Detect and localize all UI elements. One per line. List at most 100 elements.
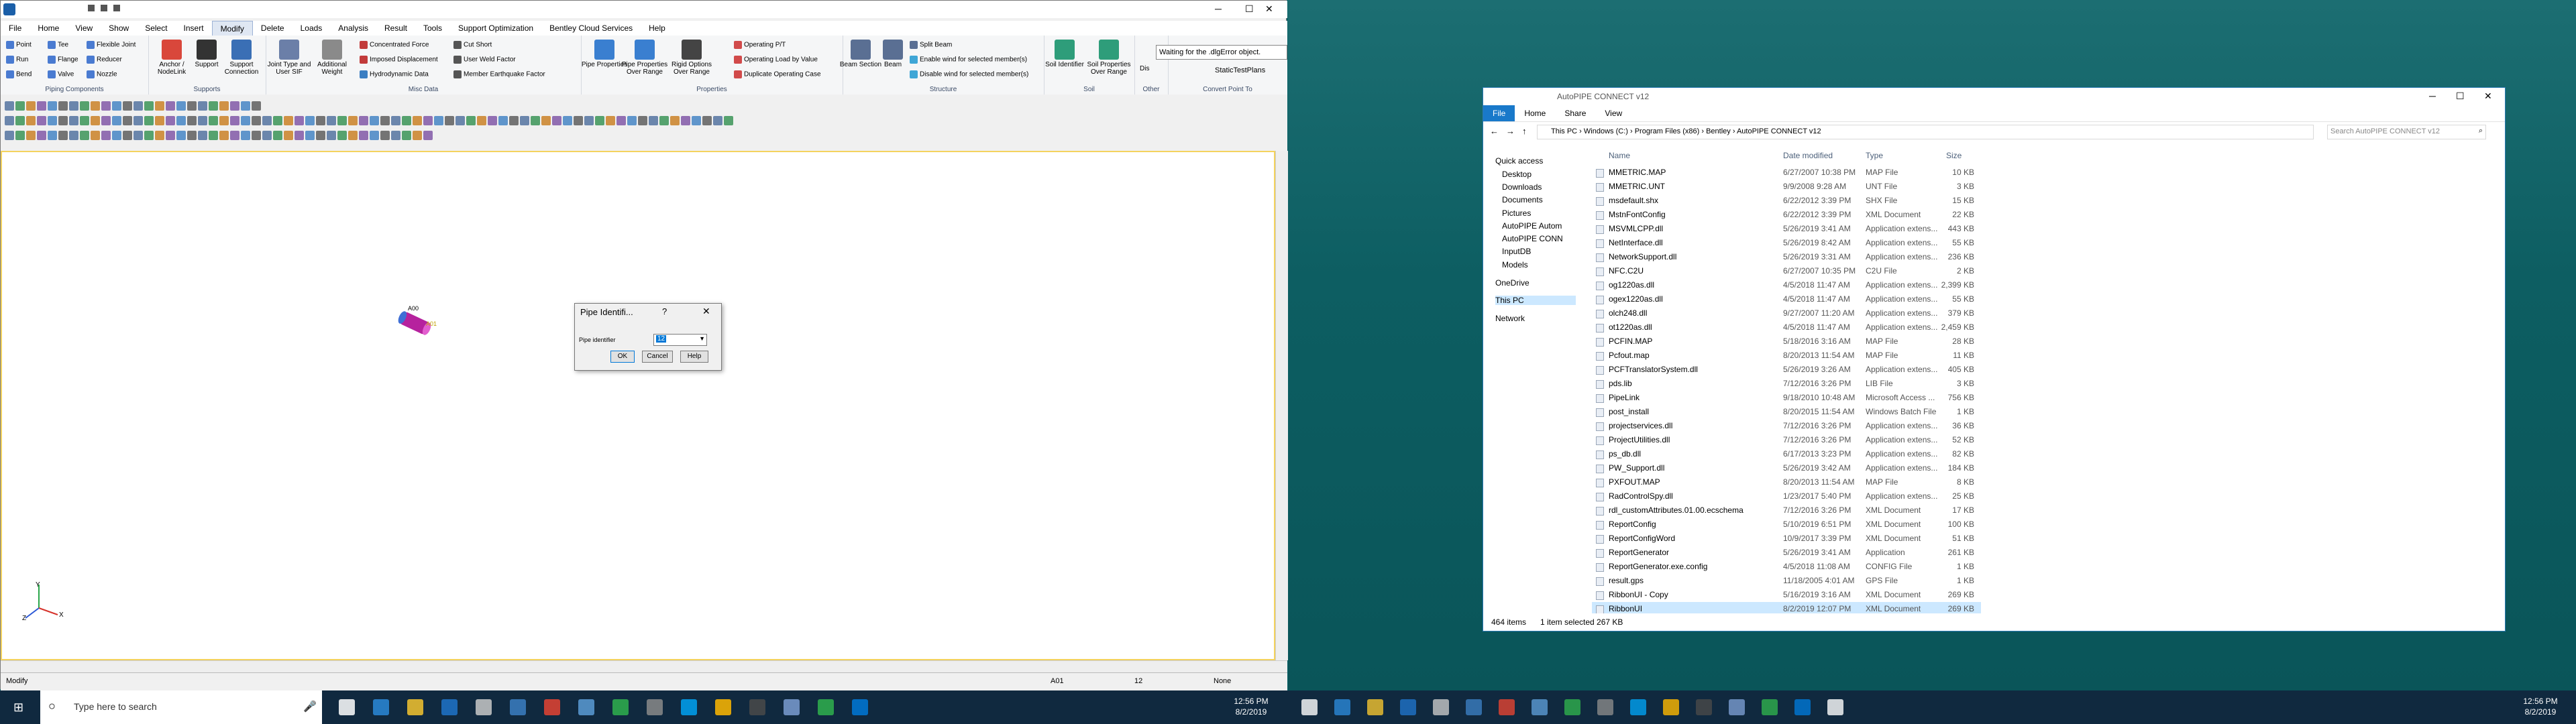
dialog-close-button[interactable]: ✕ [702, 306, 710, 317]
toolbar-tool-icon[interactable] [5, 131, 14, 140]
file-row[interactable]: ReportConfigWord 10/9/2017 3:39 PM XML Doc… [1592, 532, 1981, 546]
breadcrumb-segment[interactable]: Program Files (x86) [1635, 127, 1700, 135]
toolbar-tool-icon[interactable] [477, 116, 486, 125]
toolbar-tool-icon[interactable] [294, 131, 304, 140]
toolbar-tool-icon[interactable] [370, 116, 379, 125]
toolbar-tool-icon[interactable] [91, 101, 100, 111]
toolbar-tool-icon[interactable] [273, 131, 282, 140]
toolbar-tool-icon[interactable] [144, 101, 154, 111]
toolbar-tool-icon[interactable] [273, 116, 282, 125]
toolbar-tool-icon[interactable] [101, 131, 111, 140]
explorer-tab-view[interactable]: View [1595, 105, 1631, 121]
pipe-identifier-select[interactable]: 12 ▼ [653, 334, 707, 346]
explorer-tab-file[interactable]: File [1483, 105, 1515, 121]
toolbar-tool-icon[interactable] [262, 131, 272, 140]
toolbar-tool-icon[interactable] [488, 116, 497, 125]
toolbar-tool-icon[interactable] [91, 131, 100, 140]
toolbar-tool-icon[interactable] [176, 131, 186, 140]
toolbar-tool-icon[interactable] [155, 116, 164, 125]
toolbar-tool-icon[interactable] [616, 116, 626, 125]
toolbar-tool-icon[interactable] [294, 116, 304, 125]
toolbar-tool-icon[interactable] [230, 131, 239, 140]
toolbar-tool-icon[interactable] [144, 116, 154, 125]
taskbar-app-icon[interactable] [1334, 699, 1350, 715]
menu-show[interactable]: Show [101, 21, 137, 36]
toolbar-tool-icon[interactable] [627, 116, 637, 125]
imposed-displacement-button[interactable]: Imposed Displacement [360, 56, 438, 64]
file-row[interactable]: result.gps 11/18/2005 4:01 AM GPS File 1 KB [1592, 574, 1981, 588]
taskbar-app-icon[interactable] [852, 699, 868, 715]
menu-result[interactable]: Result [376, 21, 415, 36]
toolbar-tool-icon[interactable] [219, 101, 229, 111]
column-type[interactable]: Type [1866, 151, 1883, 160]
taskbar-app-icon[interactable] [476, 699, 492, 715]
toolbar-tool-icon[interactable] [91, 116, 100, 125]
nav-item-inputdb[interactable]: InputDB [1502, 247, 1531, 256]
toolbar-tool-icon[interactable] [112, 101, 121, 111]
file-row[interactable]: RibbonUI - Copy 5/16/2019 3:16 AM XML Docu… [1592, 588, 1981, 602]
taskbar-app-icon[interactable] [1827, 699, 1843, 715]
valve-button[interactable]: Valve [48, 70, 74, 78]
flange-button[interactable]: Flange [48, 56, 78, 64]
toolbar-tool-icon[interactable] [413, 116, 422, 125]
toolbar-tool-icon[interactable] [123, 116, 132, 125]
file-row[interactable]: MstnFontConfig 6/22/2012 3:39 PM XML Docum… [1592, 208, 1981, 222]
nav-item-downloads[interactable]: Downloads [1502, 182, 1542, 192]
toolbar-tool-icon[interactable] [48, 131, 57, 140]
menu-tools[interactable]: Tools [415, 21, 450, 36]
menu-insert[interactable]: Insert [176, 21, 212, 36]
toolbar-tool-icon[interactable] [370, 131, 379, 140]
toolbar-tool-icon[interactable] [58, 101, 68, 111]
toolbar-tool-icon[interactable] [574, 116, 583, 125]
toolbar-tool-icon[interactable] [144, 131, 154, 140]
taskbar-app-icon[interactable] [1499, 699, 1515, 715]
toolbar-tool-icon[interactable] [187, 116, 197, 125]
toolbar-tool-icon[interactable] [423, 116, 433, 125]
menu-view[interactable]: View [67, 21, 101, 36]
toolbar-tool-icon[interactable] [584, 116, 594, 125]
file-row[interactable]: ProjectUtilities.dll 7/12/2016 3:26 PM App… [1592, 433, 1981, 447]
nav-item-onedrive[interactable]: OneDrive [1495, 278, 1529, 288]
toolbar-tool-icon[interactable] [241, 116, 250, 125]
explorer-maximize-button[interactable]: ☐ [2456, 90, 2465, 102]
run-button[interactable]: Run [6, 56, 28, 64]
model-viewport[interactable]: A00 A01 Y Z X [1, 151, 1275, 660]
close-button[interactable]: ✕ [1265, 3, 1273, 15]
tee-button[interactable]: Tee [48, 41, 68, 49]
toolbar-tool-icon[interactable] [80, 101, 89, 111]
toolbar-tool-icon[interactable] [48, 101, 57, 111]
toolbar-tool-icon[interactable] [166, 116, 175, 125]
file-row[interactable]: MMETRIC.UNT 9/9/2008 9:28 AM UNT File 3 KB [1592, 180, 1981, 194]
toolbar-tool-icon[interactable] [166, 101, 175, 111]
toolbar-tool-icon[interactable] [26, 101, 36, 111]
toolbar-tool-icon[interactable] [80, 131, 89, 140]
taskbar-app-icon[interactable] [1663, 699, 1679, 715]
bend-button[interactable]: Bend [6, 70, 32, 78]
nav-item-quick-access[interactable]: Quick access [1495, 156, 1543, 166]
toolbar-tool-icon[interactable] [155, 101, 164, 111]
taskbar-app-icon[interactable] [1564, 699, 1580, 715]
file-row[interactable]: NFC.C2U 6/27/2007 10:35 PM C2U File 2 KB [1592, 264, 1981, 278]
back-icon[interactable]: ← [1490, 126, 1499, 136]
column-name[interactable]: Name [1609, 151, 1630, 160]
toolbar-tool-icon[interactable] [198, 116, 207, 125]
soil-identifier-button[interactable]: Soil Identifier [1041, 40, 1088, 68]
file-row[interactable]: NetworkSupport.dll 5/26/2019 3:31 AM Appli… [1592, 250, 1981, 264]
taskbar-app-icon[interactable] [407, 699, 423, 715]
file-row[interactable]: PCFTranslatorSystem.dll 5/26/2019 3:26 AM… [1592, 363, 1981, 377]
point-button[interactable]: Point [6, 41, 32, 49]
nav-item-autopipe-conn[interactable]: AutoPIPE CONN [1502, 234, 1563, 243]
toolbar-tool-icon[interactable] [112, 116, 121, 125]
toolbar-tool-icon[interactable] [101, 101, 111, 111]
file-row[interactable]: RibbonUI 8/2/2019 12:07 PM XML Document 269… [1592, 602, 1981, 613]
explorer-tab-home[interactable]: Home [1515, 105, 1555, 121]
toolbar-tool-icon[interactable] [509, 116, 519, 125]
menu-delete[interactable]: Delete [253, 21, 292, 36]
toolbar-tool-icon[interactable] [230, 101, 239, 111]
taskbar-app-icon[interactable] [510, 699, 526, 715]
toolbar-tool-icon[interactable] [123, 101, 132, 111]
toolbar-tool-icon[interactable] [466, 116, 476, 125]
toolbar-tool-icon[interactable] [337, 116, 347, 125]
toolbar-tool-icon[interactable] [15, 116, 25, 125]
toolbar-tool-icon[interactable] [606, 116, 615, 125]
